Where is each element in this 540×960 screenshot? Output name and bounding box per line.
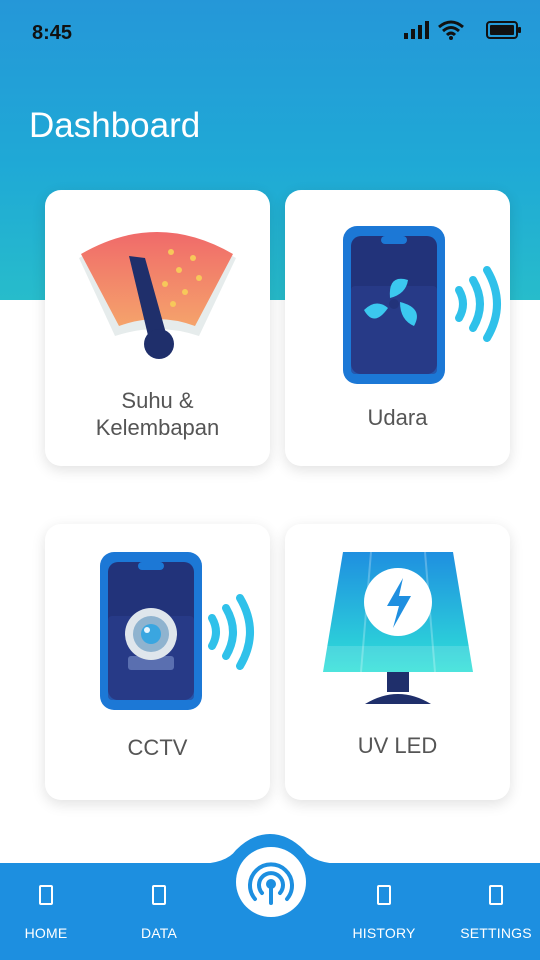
card-label: Udara [367,405,428,430]
gauge-icon [79,232,236,359]
nav-label: HISTORY [352,925,416,941]
card-udara[interactable]: Udara [285,190,510,466]
status-bar: 8:45 [0,0,540,66]
nav-settings[interactable]: SETTINGS [446,863,540,960]
nav-label: DATA [140,925,178,941]
center-action-button[interactable] [236,847,306,917]
history-icon [377,885,391,905]
page-title: Dashboard [29,106,201,145]
phone-fan-icon [343,226,501,384]
phone-camera-icon [100,552,254,710]
card-label: Suhu & Kelembapan [45,387,270,441]
card-label-line2: Kelembapan [95,415,220,440]
card-label: CCTV [127,735,188,760]
nav-home[interactable]: HOME [0,863,96,960]
nav-label: SETTINGS [460,925,532,941]
card-cctv[interactable]: CCTV [45,524,270,800]
card-suhu-kelembapan[interactable]: Suhu & Kelembapan [45,190,270,466]
nav-history[interactable]: HISTORY [334,863,434,960]
card-uv-led[interactable]: UV LED [285,524,510,800]
nav-data[interactable]: DATA [109,863,209,960]
data-icon [152,885,166,905]
card-label-line1: Suhu & [121,388,194,413]
battery-icon [486,21,521,39]
settings-icon [489,885,503,905]
status-time: 8:45 [32,22,73,44]
wireless-signal-icon [248,862,294,905]
wifi-icon [438,20,464,40]
home-icon [39,885,53,905]
uv-lamp-icon [323,551,473,704]
nav-label: HOME [24,925,68,941]
cellular-signal-icon [404,21,429,39]
card-label: UV LED [357,733,438,758]
